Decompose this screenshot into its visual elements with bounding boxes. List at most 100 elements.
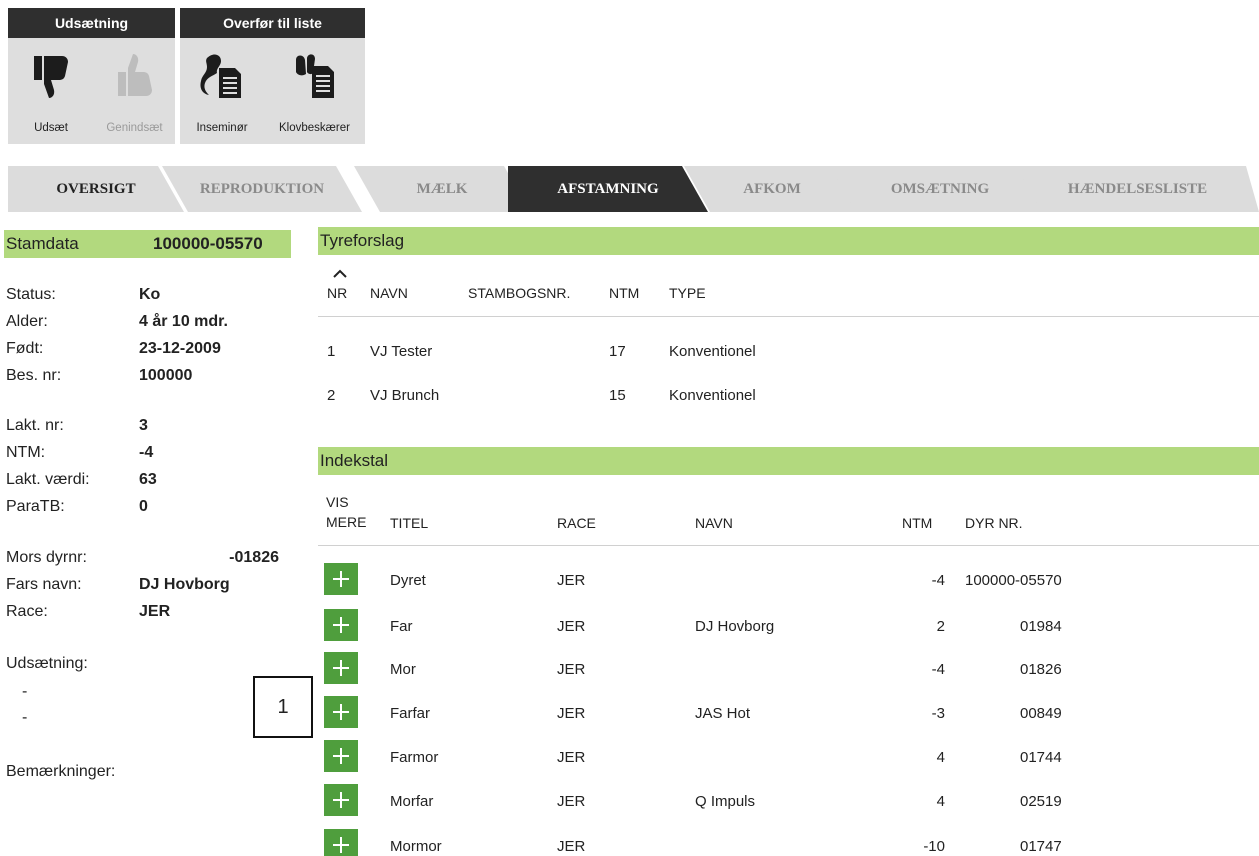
paratb-value: 0 — [139, 498, 148, 515]
tab-label: AFSTAMNING — [557, 180, 659, 197]
fars-navn-label: Fars navn: — [6, 576, 82, 593]
tab-label: REPRODUKTION — [199, 180, 325, 197]
cell-ntm: 2 — [936, 618, 945, 635]
klovbeskaerer-label: Klovbeskærer — [279, 122, 350, 134]
cell-ntm: 4 — [936, 749, 945, 766]
column-header-ntm[interactable]: NTM — [902, 515, 932, 531]
cell-dyr-nr: 01984 — [1020, 618, 1062, 635]
foedt-label: Født: — [6, 340, 44, 357]
column-header-stambogsnr[interactable]: STAMBOGSNR. — [468, 285, 570, 301]
status-label: Status: — [6, 286, 56, 303]
toolbar-group-title: Overfør til liste — [180, 8, 365, 38]
paratb-label: ParaTB: — [6, 498, 65, 515]
cell-dyr-nr: 100000-05570 — [965, 572, 1062, 589]
cell-dyr-nr: 01747 — [1020, 838, 1062, 855]
thumbs-down-icon — [34, 56, 68, 98]
fars-navn-value: DJ Hovborg — [139, 576, 230, 593]
cell-type: Konventionel — [669, 387, 756, 404]
expand-plus-button[interactable] — [324, 829, 358, 856]
tab-maelk[interactable]: MÆLK — [354, 166, 530, 212]
tyreforslag-header: Tyreforslag — [318, 227, 1259, 255]
udsaetning-label: Udsætning: — [6, 655, 88, 672]
alder-label: Alder: — [6, 313, 48, 330]
cell-ntm: 4 — [936, 793, 945, 810]
column-header-vis-mere: VIS MERE — [326, 492, 366, 532]
tab-afstamning[interactable]: AFSTAMNING — [508, 166, 708, 212]
indekstal-header: Indekstal — [318, 447, 1259, 475]
column-header-race[interactable]: RACE — [557, 515, 596, 531]
sort-ascending-icon[interactable] — [332, 268, 348, 278]
tab-label: HÆNDELSESLISTE — [1067, 180, 1208, 197]
header-divider — [318, 545, 1259, 546]
cell-nr: 2 — [327, 387, 336, 404]
column-header-navn[interactable]: NAVN — [370, 285, 408, 301]
expand-plus-button[interactable] — [324, 740, 358, 772]
alder-value: 4 år 10 mdr. — [139, 313, 228, 330]
cell-race: JER — [557, 661, 586, 678]
tab-reproduktion[interactable]: REPRODUKTION — [162, 166, 362, 212]
expand-plus-button[interactable] — [324, 563, 358, 595]
race-label: Race: — [6, 603, 48, 620]
tab-label: AFKOM — [743, 180, 801, 197]
tab-oversigt[interactable]: OVERSIGT — [8, 166, 184, 212]
column-header-navn[interactable]: NAVN — [695, 515, 733, 531]
column-header-dyr-nr[interactable]: DYR NR. — [965, 515, 1023, 531]
tab-label: OMSÆTNING — [890, 180, 990, 197]
cell-titel: Mormor — [390, 838, 442, 855]
column-header-type[interactable]: TYPE — [669, 285, 706, 301]
cell-titel: Morfar — [390, 793, 434, 810]
cell-navn: Q Impuls — [695, 793, 756, 810]
cell-race: JER — [557, 793, 586, 810]
inseminoer-label: Inseminør — [196, 122, 248, 134]
tab-label: MÆLK — [416, 180, 468, 197]
column-header-nr[interactable]: NR — [327, 285, 347, 301]
lakt-vaerdi-value: 63 — [139, 471, 157, 488]
cell-titel: Farmor — [390, 749, 439, 766]
column-header-text: MERE — [326, 514, 367, 530]
cell-navn: JAS Hot — [695, 705, 751, 722]
cell-titel: Far — [390, 618, 413, 635]
column-header-ntm[interactable]: NTM — [609, 285, 639, 301]
lakt-vaerdi-label: Lakt. værdi: — [6, 471, 90, 488]
cell-titel: Farfar — [390, 705, 431, 722]
inseminoer-button[interactable]: Inseminør — [180, 38, 264, 144]
toolbar-group-overfoer: Overfør til liste Inseminør Klovbeskærer — [180, 8, 365, 144]
callout-marker: 1 — [253, 676, 313, 738]
expand-plus-button[interactable] — [324, 696, 358, 728]
mors-dyrnr-value: -01826 — [229, 549, 279, 566]
cell-dyr-nr: 02519 — [1020, 793, 1062, 810]
column-header-titel[interactable]: TITEL — [390, 515, 428, 531]
udsaet-button[interactable]: Udsæt — [8, 38, 94, 144]
cell-ntm: 17 — [609, 343, 626, 360]
stamdata-title: Stamdata — [6, 234, 79, 253]
genindsaet-button[interactable]: Genindsæt — [94, 38, 175, 144]
header-divider — [318, 316, 1259, 317]
ntm-label: NTM: — [6, 444, 46, 461]
stamdata-header: Stamdata 100000-05570 — [4, 230, 291, 258]
cell-nr: 1 — [327, 343, 336, 360]
cell-ntm: 15 — [609, 387, 626, 404]
stamdata-id: 100000-05570 — [153, 234, 263, 253]
udsaetning-value: - — [22, 709, 28, 726]
genindsaet-label: Genindsæt — [106, 122, 163, 134]
lakt-nr-label: Lakt. nr: — [6, 417, 64, 434]
expand-plus-button[interactable] — [324, 784, 358, 816]
cell-race: JER — [557, 705, 586, 722]
cell-navn: VJ Brunch — [370, 387, 440, 404]
foedt-value: 23-12-2009 — [139, 340, 221, 357]
cell-dyr-nr: 00849 — [1020, 705, 1062, 722]
cell-dyr-nr: 01826 — [1020, 661, 1062, 678]
bes-nr-label: Bes. nr: — [6, 367, 62, 384]
cell-ntm: -10 — [923, 838, 945, 855]
tab-haendelsesliste[interactable]: HÆNDELSESLISTE — [1016, 166, 1259, 212]
cell-ntm: -4 — [931, 661, 945, 678]
toolbar-group-title: Udsætning — [8, 8, 175, 38]
tyreforslag-title: Tyreforslag — [320, 231, 405, 250]
column-header-text: VIS — [326, 494, 349, 510]
cell-titel: Mor — [390, 661, 416, 678]
bemaerkninger-label: Bemærkninger: — [6, 763, 116, 780]
klovbeskaerer-button[interactable]: Klovbeskærer — [264, 38, 365, 144]
expand-plus-button[interactable] — [324, 652, 358, 684]
thumbs-up-icon — [117, 54, 152, 96]
expand-plus-button[interactable] — [324, 609, 358, 641]
